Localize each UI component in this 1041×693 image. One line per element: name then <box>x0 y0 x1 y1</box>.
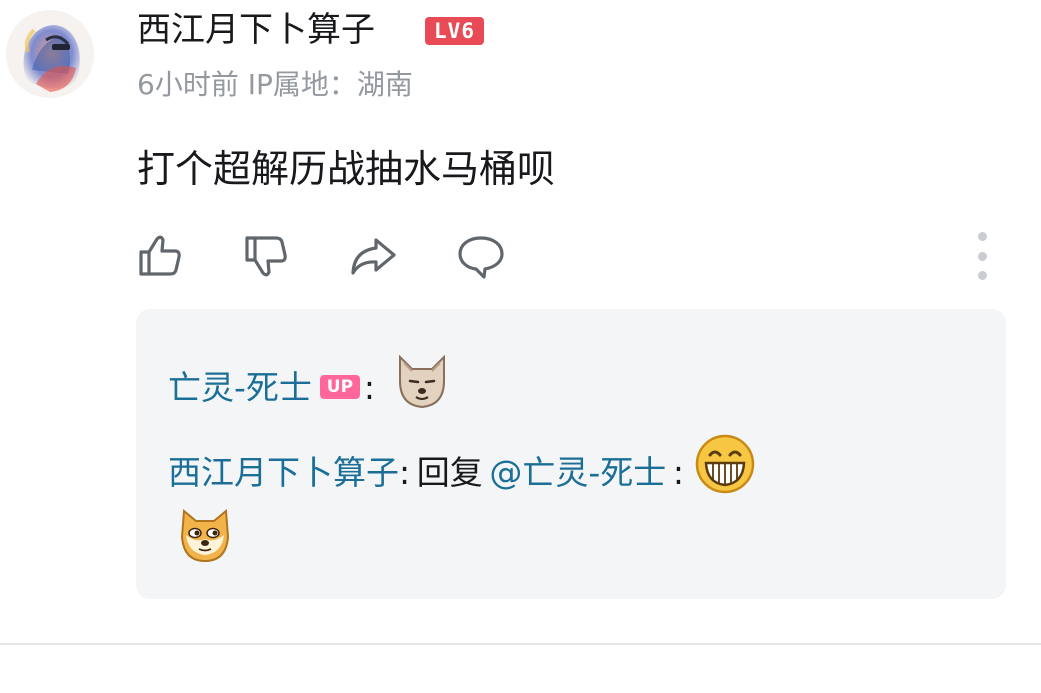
share-icon <box>351 238 396 275</box>
divider <box>0 643 1041 645</box>
comment-meta: 6小时前 IP属地：湖南 <box>137 68 413 101</box>
reply-colon-2: : <box>672 453 684 492</box>
reply-item-1: 亡灵-死士 UP: <box>168 354 452 422</box>
avatar[interactable] <box>6 10 94 98</box>
grin-emoji-icon <box>694 434 756 506</box>
doge-emoji-icon <box>174 503 236 569</box>
reply-icon <box>458 236 504 279</box>
more-vertical-icon-dot <box>977 232 987 241</box>
reply-button[interactable] <box>455 230 507 282</box>
level-badge: LV6 <box>425 17 484 45</box>
like-button[interactable] <box>134 230 186 282</box>
thumbs-down-icon <box>245 236 287 277</box>
mention-link[interactable]: @亡灵-死士 <box>489 453 666 492</box>
up-badge: UP <box>319 374 360 399</box>
more-options-button[interactable] <box>965 232 999 280</box>
reply-word: 回复 <box>416 453 483 492</box>
reply-preview-box[interactable]: 亡灵-死士 UP: 西江月下卜算子: 回复 @亡灵-死士 : <box>136 309 1006 599</box>
reply-colon: : <box>399 453 411 492</box>
dislike-button[interactable] <box>240 230 292 282</box>
reply-author[interactable]: 西江月下卜算子 <box>168 453 399 492</box>
reply-author[interactable]: 亡灵-死士 <box>168 368 312 407</box>
share-button[interactable] <box>347 230 399 282</box>
lion-avatar-icon <box>6 10 94 98</box>
reply-colon: : <box>363 368 376 407</box>
comment-text: 打个超解历战抽水马桶呗 <box>137 147 556 191</box>
reply-item-2: 西江月下卜算子: 回复 @亡灵-死士 : <box>168 434 756 506</box>
wolf-emoji-icon <box>386 354 452 422</box>
thumbs-up-icon <box>139 235 181 276</box>
comment-username[interactable]: 西江月下卜算子 <box>137 8 375 52</box>
